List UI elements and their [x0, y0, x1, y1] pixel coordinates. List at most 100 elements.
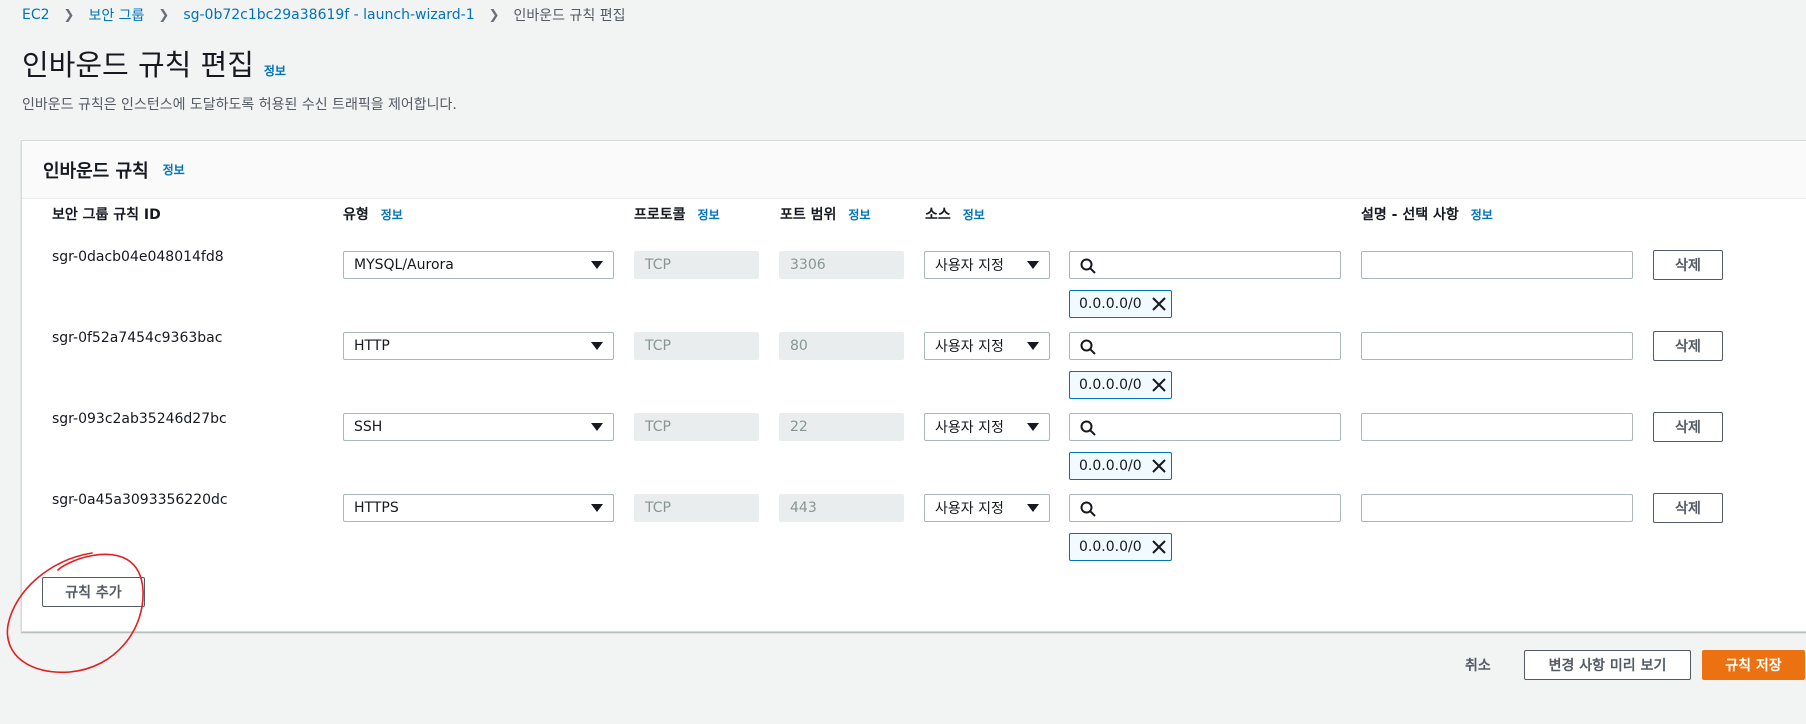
protocol-info-link[interactable]: 정보	[698, 206, 720, 223]
column-label: 포트 범위	[780, 207, 837, 223]
port-range-field: 443	[779, 494, 904, 522]
caret-down-icon	[1027, 261, 1039, 269]
panel-header: 인바운드 규칙 정보	[22, 141, 1806, 199]
rule-row: sgr-0a45a3093356220dc HTTPS TCP 443 사용자 …	[22, 482, 1806, 562]
close-icon[interactable]	[1151, 378, 1166, 392]
description-input[interactable]	[1361, 332, 1633, 360]
search-icon	[1080, 258, 1096, 278]
source-type-value: 사용자 지정	[935, 420, 1004, 436]
breadcrumb: EC2 ❯ 보안 그룹 ❯ sg-0b72c1bc29a38619f - lau…	[22, 5, 626, 25]
description-input[interactable]	[1361, 413, 1633, 441]
column-label: 소스	[925, 207, 951, 223]
caret-down-icon	[591, 504, 603, 512]
rule-row: sgr-0dacb04e048014fd8 MYSQL/Aurora TCP 3…	[22, 239, 1806, 319]
source-search-input[interactable]	[1069, 413, 1341, 441]
source-type-select[interactable]: 사용자 지정	[924, 251, 1050, 279]
port-range-field: 80	[779, 332, 904, 360]
caret-down-icon	[591, 261, 603, 269]
rule-id: sgr-0f52a7454c9363bac	[52, 330, 223, 346]
source-cidr-token: 0.0.0.0/0	[1069, 533, 1172, 561]
caret-down-icon	[1027, 342, 1039, 350]
chevron-right-icon: ❯	[63, 7, 75, 23]
column-label: 프로토콜	[634, 207, 686, 223]
rule-id: sgr-0dacb04e048014fd8	[52, 249, 224, 265]
caret-down-icon	[1027, 423, 1039, 431]
source-cidr-token: 0.0.0.0/0	[1069, 371, 1172, 399]
source-cidr-token: 0.0.0.0/0	[1069, 452, 1172, 480]
page-header: 인바운드 규칙 편집 정보	[22, 42, 286, 84]
delete-rule-button[interactable]: 삭제	[1653, 412, 1723, 442]
type-select[interactable]: HTTP	[343, 332, 614, 360]
source-search-input[interactable]	[1069, 494, 1341, 522]
cidr-value: 0.0.0.0/0	[1079, 296, 1142, 312]
page-description: 인바운드 규칙은 인스턴스에 도달하도록 허용된 수신 트래픽을 제어합니다.	[22, 97, 457, 113]
column-label: 유형	[343, 207, 369, 223]
source-search-input[interactable]	[1069, 251, 1341, 279]
column-header-rule-id: 보안 그룹 규칙 ID	[52, 204, 161, 224]
rule-id: sgr-093c2ab35246d27bc	[52, 411, 227, 427]
cidr-value: 0.0.0.0/0	[1079, 377, 1142, 393]
type-select[interactable]: MYSQL/Aurora	[343, 251, 614, 279]
protocol-field: TCP	[634, 332, 759, 360]
type-info-link[interactable]: 정보	[381, 206, 403, 223]
source-type-select[interactable]: 사용자 지정	[924, 332, 1050, 360]
source-cidr-token: 0.0.0.0/0	[1069, 290, 1172, 318]
port-range-field: 3306	[779, 251, 904, 279]
save-rules-button[interactable]: 규칙 저장	[1702, 650, 1805, 680]
type-select-value: SSH	[354, 419, 383, 435]
caret-down-icon	[1027, 504, 1039, 512]
source-type-select[interactable]: 사용자 지정	[924, 413, 1050, 441]
breadcrumb-security-group[interactable]: sg-0b72c1bc29a38619f - launch-wizard-1	[183, 7, 474, 23]
protocol-field: TCP	[634, 494, 759, 522]
close-icon[interactable]	[1151, 459, 1166, 473]
inbound-rules-panel: 인바운드 규칙 정보 보안 그룹 규칙 ID 유형 정보 프로토콜 정보 포트 …	[21, 140, 1806, 632]
chevron-right-icon: ❯	[488, 7, 500, 23]
search-icon	[1080, 420, 1096, 440]
breadcrumb-security-groups[interactable]: 보안 그룹	[88, 5, 144, 25]
protocol-field: TCP	[634, 413, 759, 441]
source-type-value: 사용자 지정	[935, 339, 1004, 355]
search-icon	[1080, 339, 1096, 359]
source-type-value: 사용자 지정	[935, 258, 1004, 274]
breadcrumb-ec2[interactable]: EC2	[22, 7, 50, 23]
description-input[interactable]	[1361, 494, 1633, 522]
rule-id: sgr-0a45a3093356220dc	[52, 492, 228, 508]
description-input[interactable]	[1361, 251, 1633, 279]
type-select[interactable]: HTTPS	[343, 494, 614, 522]
close-icon[interactable]	[1151, 540, 1166, 554]
rule-row: sgr-0f52a7454c9363bac HTTP TCP 80 사용자 지정…	[22, 320, 1806, 400]
description-info-link[interactable]: 정보	[1471, 206, 1493, 223]
type-select-value: HTTP	[354, 338, 390, 354]
protocol-field: TCP	[634, 251, 759, 279]
cidr-value: 0.0.0.0/0	[1079, 539, 1142, 555]
delete-rule-button[interactable]: 삭제	[1653, 493, 1723, 523]
column-header-protocol: 프로토콜 정보	[634, 204, 720, 224]
column-header-source: 소스 정보	[925, 204, 985, 224]
column-label: 설명 - 선택 사항	[1361, 207, 1459, 223]
port-range-field: 22	[779, 413, 904, 441]
source-info-link[interactable]: 정보	[963, 206, 985, 223]
port-range-info-link[interactable]: 정보	[848, 206, 870, 223]
panel-info-link[interactable]: 정보	[163, 161, 185, 178]
type-select[interactable]: SSH	[343, 413, 614, 441]
preview-changes-button[interactable]: 변경 사항 미리 보기	[1524, 650, 1691, 680]
caret-down-icon	[591, 342, 603, 350]
panel-title: 인바운드 규칙	[43, 160, 149, 182]
type-select-value: MYSQL/Aurora	[354, 257, 454, 273]
source-type-select[interactable]: 사용자 지정	[924, 494, 1050, 522]
close-icon[interactable]	[1151, 297, 1166, 311]
delete-rule-button[interactable]: 삭제	[1653, 250, 1723, 280]
chevron-right-icon: ❯	[158, 7, 170, 23]
type-select-value: HTTPS	[354, 500, 399, 516]
caret-down-icon	[591, 423, 603, 431]
column-header-type: 유형 정보	[343, 204, 403, 224]
add-rule-button[interactable]: 규칙 추가	[42, 577, 145, 607]
page-info-link[interactable]: 정보	[264, 62, 286, 79]
column-label: 보안 그룹 규칙 ID	[52, 207, 161, 223]
rule-row: sgr-093c2ab35246d27bc SSH TCP 22 사용자 지정 …	[22, 401, 1806, 481]
cidr-value: 0.0.0.0/0	[1079, 458, 1142, 474]
delete-rule-button[interactable]: 삭제	[1653, 331, 1723, 361]
source-search-input[interactable]	[1069, 332, 1341, 360]
source-type-value: 사용자 지정	[935, 501, 1004, 517]
cancel-button[interactable]: 취소	[1465, 655, 1491, 675]
